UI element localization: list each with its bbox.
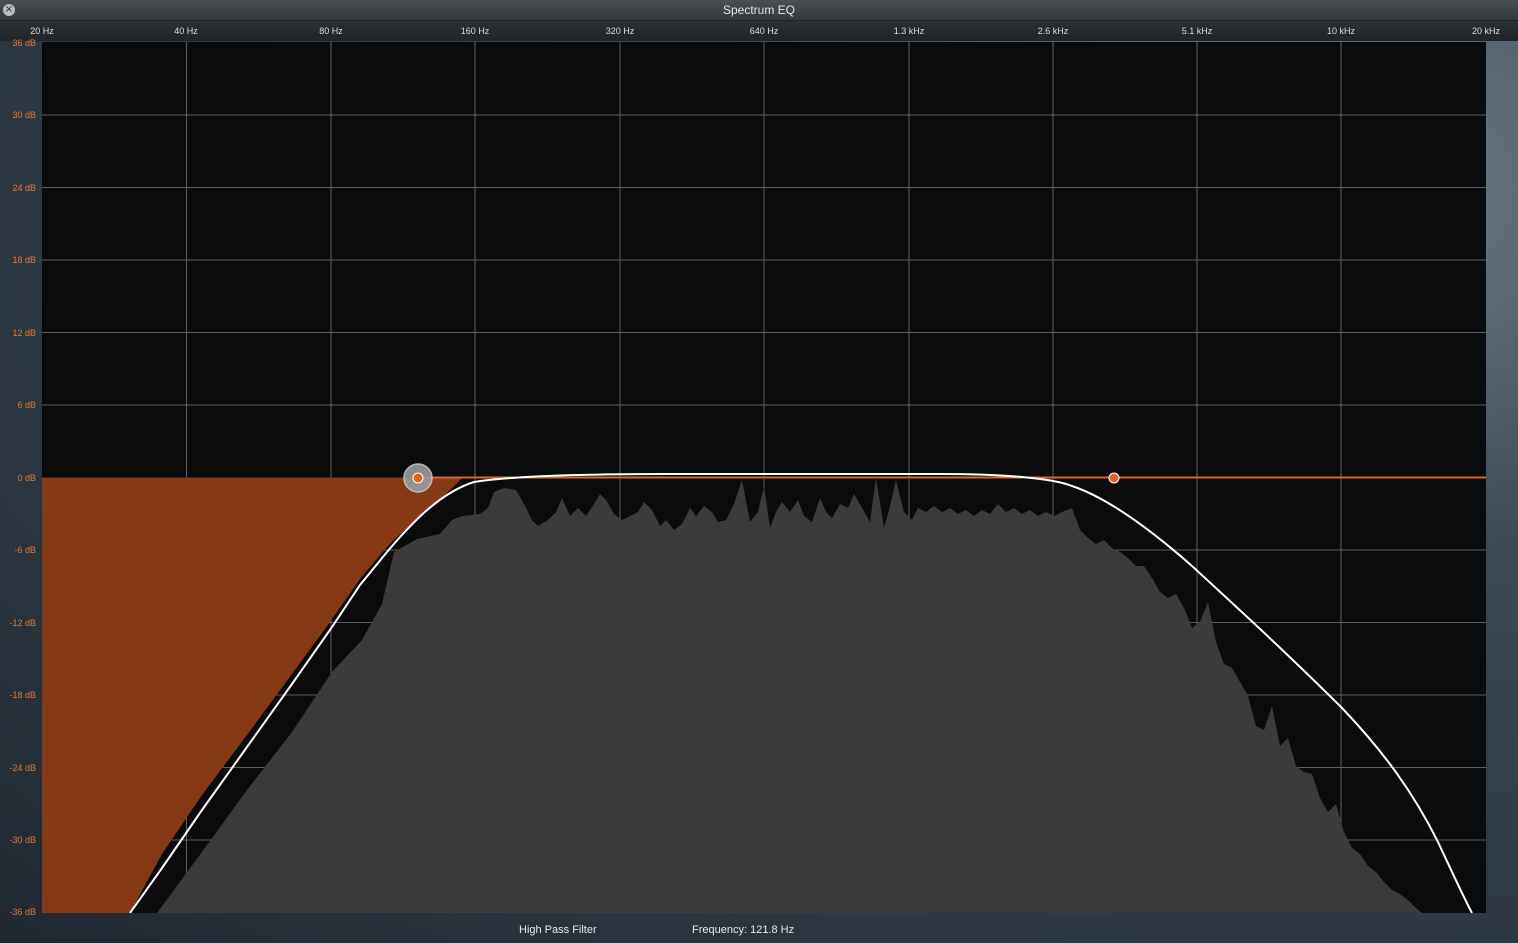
db-tick-label: 6 dB	[17, 400, 36, 410]
db-tick-label: 24 dB	[12, 183, 36, 193]
freq-tick-label: 160 Hz	[460, 26, 490, 36]
db-tick-label: -6 dB	[14, 545, 36, 555]
high-pass-handle[interactable]	[403, 463, 433, 493]
db-tick-label: -12 dB	[9, 618, 36, 628]
db-tick-label: 0 dB	[17, 473, 36, 483]
db-tick-label: 18 dB	[12, 255, 36, 265]
freq-tick-label: 80 Hz	[319, 26, 343, 36]
db-tick-label: -30 dB	[9, 835, 36, 845]
low-pass-handle[interactable]	[1108, 472, 1120, 484]
window-title: Spectrum EQ	[722, 3, 796, 17]
freq-tick-label: 5.1 kHz	[1181, 26, 1213, 36]
freq-tick-label: 640 Hz	[749, 26, 779, 36]
freq-tick-label: 320 Hz	[605, 26, 635, 36]
title-bar: × Spectrum EQ	[0, 0, 1518, 21]
eq-graph[interactable]	[42, 42, 1486, 913]
freq-tick-label: 1.3 kHz	[893, 26, 925, 36]
db-tick-label: 12 dB	[12, 328, 36, 338]
status-bar: High Pass Filter Frequency: 121.8 Hz	[0, 914, 1518, 943]
freq-tick-label: 2.6 kHz	[1037, 26, 1069, 36]
db-tick-label: -24 dB	[9, 763, 36, 773]
db-tick-label: 36 dB	[12, 38, 36, 48]
frequency-readout: Frequency: 121.8 Hz	[692, 924, 795, 936]
frequency-axis: 20 Hz 40 Hz 80 Hz 160 Hz 320 Hz 640 Hz 1…	[0, 21, 1518, 41]
freq-tick-label: 40 Hz	[174, 26, 198, 36]
freq-tick-label: 10 kHz	[1326, 26, 1356, 36]
filter-type-label: High Pass Filter	[519, 924, 597, 936]
db-tick-label: -18 dB	[9, 690, 36, 700]
db-tick-label: 30 dB	[12, 110, 36, 120]
freq-tick-label: 20 kHz	[1471, 26, 1501, 36]
freq-tick-label: 20 Hz	[30, 26, 54, 36]
